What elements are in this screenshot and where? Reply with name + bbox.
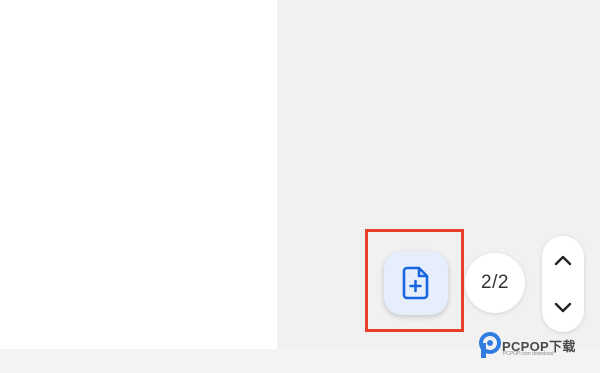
app-window: 2/2 PCPOP下载 PCPOP.com download (0, 0, 600, 373)
chevron-down-icon (554, 302, 572, 313)
next-page-button[interactable] (542, 284, 584, 332)
highlight-box (365, 229, 464, 332)
page-nav (542, 236, 584, 332)
document-page (0, 0, 277, 349)
previous-page-button[interactable] (542, 236, 584, 284)
watermark-tagline: PCPOP.com download (503, 351, 554, 357)
page-indicator: 2/2 (465, 253, 525, 313)
pcpop-logo-icon (479, 332, 501, 358)
chevron-up-icon (554, 255, 572, 266)
watermark: PCPOP下载 PCPOP.com download (478, 331, 596, 359)
